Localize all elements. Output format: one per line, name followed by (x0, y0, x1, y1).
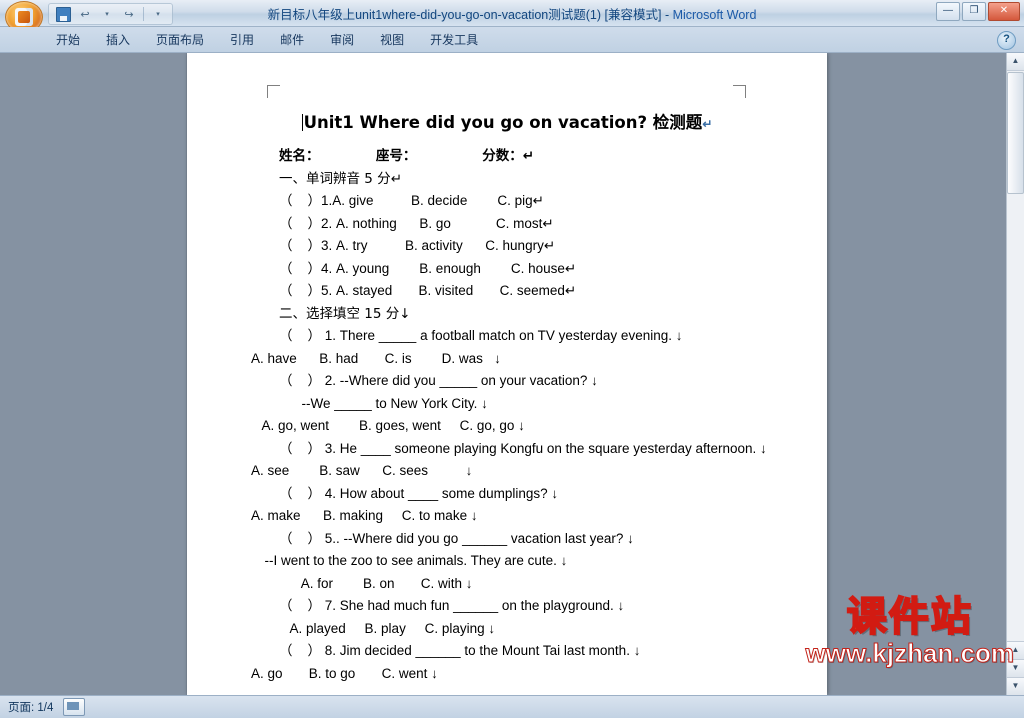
scroll-up-button[interactable]: ▲ (1007, 53, 1024, 71)
document-line: A. have B. had C. is D. was ↓ (251, 350, 501, 366)
save-icon (55, 6, 71, 22)
document-line: （ ）4. A. young B. enough C. house↵ (279, 260, 577, 276)
document-line: 二、选择填空 15 分↓ (279, 305, 411, 322)
customize-quick-access-button[interactable]: ▾ (148, 5, 168, 23)
close-button[interactable]: ✕ (988, 2, 1020, 21)
document-line: （ ） 2. --Where did you _____ on your vac… (279, 373, 598, 388)
tab-page-layout[interactable]: 页面布局 (144, 29, 216, 52)
document-line: A. see B. saw C. sees ↓ (251, 463, 473, 478)
save-button[interactable] (53, 5, 73, 23)
word-application-window: ↩ ▾ ↪ ▾ 新目标八年级上unit1where-did-you-go-on-… (0, 0, 1024, 718)
redo-button[interactable]: ↪ (119, 5, 139, 23)
paragraph-mark-icon: ↵ (702, 117, 713, 131)
undo-dropdown-button[interactable]: ▾ (97, 5, 117, 23)
minimize-button[interactable]: — (936, 2, 960, 21)
title-separator: - (661, 7, 673, 22)
document-line: --I went to the zoo to see animals. They… (257, 553, 568, 568)
document-content: Unit1 Where did you go on vacation? 检测题↵… (187, 53, 827, 685)
next-page-button[interactable]: ▼ (1007, 659, 1024, 677)
document-line: （ ）2. A. nothing B. go C. most↵ (279, 215, 554, 231)
tab-insert[interactable]: 插入 (94, 29, 142, 52)
chevron-down-icon: ▾ (105, 11, 109, 18)
document-title-text: 新目标八年级上unit1where-did-you-go-on-vacation… (267, 7, 662, 22)
vertical-scrollbar[interactable]: ▲ ▲ ▼ ▼ (1006, 53, 1024, 695)
document-line: A. make B. making C. to make ↓ (251, 508, 478, 523)
document-line: （ ）1.A. give B. decide C. pig↵ (279, 193, 544, 208)
document-line: A. played B. play C. playing ↓ (279, 620, 496, 636)
document-line: 一、单词辨音 5 分↵ (279, 170, 402, 187)
text-cursor (301, 114, 303, 131)
quick-access-toolbar: ↩ ▾ ↪ ▾ (48, 3, 173, 25)
tab-review[interactable]: 审阅 (318, 29, 366, 52)
window-controls: — ❐ ✕ (936, 2, 1020, 21)
toolbar-divider (143, 7, 144, 21)
office-logo-glyph (15, 8, 33, 26)
document-line: （ ） 4. How about ____ some dumplings? ↓ (279, 485, 559, 501)
page-indicator[interactable]: 页面: 1/4 (8, 699, 53, 715)
left-desk-area (0, 53, 187, 695)
document-line: （ ）5. A. stayed B. visited C. seemed↵ (279, 283, 577, 298)
document-line: （ ） 5.. --Where did you go ______ vacati… (279, 530, 634, 546)
document-line: （ ） 1. There _____ a football match on T… (279, 328, 683, 343)
document-line: A. for B. on C. with ↓ (279, 575, 473, 591)
scroll-down-button[interactable]: ▼ (1007, 677, 1024, 695)
document-body: 姓名： 座号： 分数：↵ 一、单词辨音 5 分↵ （ ）1.A. give B.… (187, 145, 827, 685)
document-heading-text: Unit1 Where did you go on vacation? 检测题 (303, 113, 703, 132)
document-line: （ ） 8. Jim decided ______ to the Mount T… (279, 643, 641, 658)
page-container: Unit1 Where did you go on vacation? 检测题↵… (187, 53, 827, 695)
undo-icon: ↩ (80, 8, 90, 21)
document-line: A. go, went B. goes, went C. go, go ↓ (251, 418, 525, 433)
undo-button[interactable]: ↩ (75, 5, 95, 23)
right-desk-area (827, 53, 1024, 695)
status-bar: 页面: 1/4 (0, 695, 1024, 718)
maximize-button[interactable]: ❐ (962, 2, 986, 21)
document-line: （ ）3. A. try B. activity C. hungry↵ (279, 238, 556, 253)
help-button[interactable]: ? (997, 31, 1016, 50)
document-line: （ ） 3. He ____ someone playing Kongfu on… (279, 440, 767, 456)
page-title: Unit1 Where did you go on vacation? 检测题↵ (187, 109, 827, 133)
application-name: Microsoft Word (672, 7, 757, 22)
document-view-icon[interactable] (63, 698, 86, 716)
scrollbar-track[interactable] (1007, 194, 1024, 641)
title-bar: ↩ ▾ ↪ ▾ 新目标八年级上unit1where-did-you-go-on-… (0, 0, 1024, 33)
tab-view[interactable]: 视图 (368, 29, 416, 52)
document-page[interactable]: Unit1 Where did you go on vacation? 检测题↵… (187, 53, 827, 695)
redo-icon: ↪ (124, 8, 134, 21)
chevron-down-icon: ▾ (156, 11, 160, 18)
tab-home[interactable]: 开始 (44, 29, 92, 52)
document-line: A. go B. to go C. went ↓ (251, 665, 438, 681)
tab-mailings[interactable]: 邮件 (268, 29, 316, 52)
ribbon-tab-bar: 开始 插入 页面布局 引用 邮件 审阅 视图 开发工具 ? (0, 27, 1024, 53)
tab-developer[interactable]: 开发工具 (418, 29, 490, 52)
document-work-area: Unit1 Where did you go on vacation? 检测题↵… (0, 53, 1024, 695)
document-line: 姓名： 座号： 分数：↵ (279, 148, 535, 164)
document-line: --We _____ to New York City. ↓ (279, 395, 488, 411)
scrollbar-thumb[interactable] (1007, 72, 1024, 194)
tab-references[interactable]: 引用 (218, 29, 266, 52)
document-line: （ ） 7. She had much fun ______ on the pl… (279, 598, 625, 613)
previous-page-button[interactable]: ▲ (1007, 641, 1024, 659)
